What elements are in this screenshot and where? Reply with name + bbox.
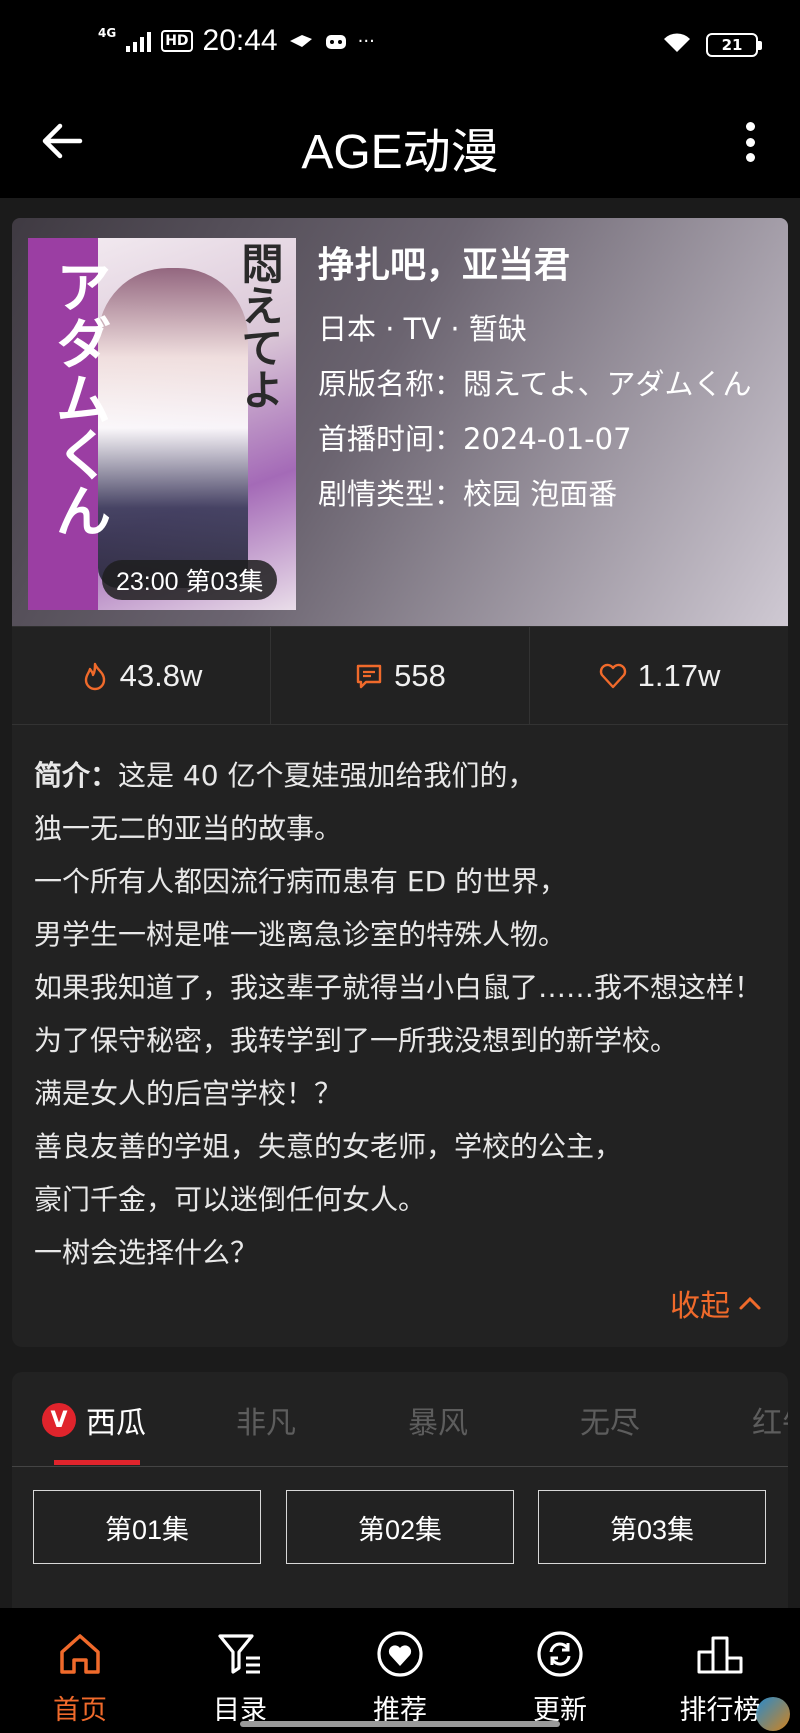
app-notification-icon — [324, 25, 348, 58]
cover-image[interactable]: アダムくん 悶えてよ 23:00 第03集 — [28, 238, 296, 610]
podium-icon — [697, 1636, 743, 1674]
gesture-home-bar[interactable] — [240, 1721, 560, 1727]
anime-meta: 挣扎吧，亚当君 日本 · TV · 暂缺 原版名称：悶えてよ、アダムくん 首播时… — [318, 236, 778, 530]
episode-button-01[interactable]: 第01集 — [33, 1490, 261, 1564]
more-options-button[interactable] — [730, 114, 770, 170]
tabs-divider — [12, 1466, 788, 1467]
heart-icon — [599, 663, 626, 689]
cover-title-vertical: アダムくん — [46, 258, 111, 538]
chevron-up-icon — [739, 1296, 761, 1310]
filter-list-icon — [218, 1634, 260, 1674]
nav-catalog[interactable]: 目录 — [160, 1608, 320, 1733]
comments-stat[interactable]: 558 — [271, 627, 530, 725]
battery-icon: 21 — [706, 32, 762, 57]
synopsis-panel: 简介：这是 40 亿个夏娃强加给我们的， 独一无二的亚当的故事。 一个所有人都因… — [12, 724, 788, 1347]
cover-character — [98, 268, 248, 588]
views-count: 43.8w — [119, 658, 203, 693]
nav-home[interactable]: 首页 — [0, 1608, 160, 1733]
nav-updates[interactable]: 更新 — [480, 1608, 640, 1733]
network-type: 4G — [98, 26, 117, 40]
anime-air-date: 首播时间：2024-01-07 — [318, 422, 632, 456]
synopsis-text: 简介：这是 40 亿个夏娃强加给我们的， 独一无二的亚当的故事。 一个所有人都因… — [34, 749, 774, 1279]
watermark — [756, 1697, 790, 1731]
collapse-button[interactable]: 收起 — [670, 1281, 762, 1325]
source-tab-wujin[interactable]: 无尽 — [580, 1398, 640, 1442]
heart-circle-icon — [377, 1631, 423, 1677]
nav-recommend[interactable]: 推荐 — [320, 1608, 480, 1733]
episode-panel: V 西瓜 非凡 暴风 无尽 红牛 第01集 第02集 第03集 — [12, 1372, 788, 1608]
hd-icon: HD — [161, 30, 193, 52]
views-stat: 43.8w — [12, 627, 271, 725]
refresh-icon — [537, 1631, 583, 1677]
collapse-label: 收起 — [670, 1289, 730, 1324]
likes-count: 1.17w — [637, 658, 721, 693]
episode-pill: 23:00 第03集 — [102, 560, 278, 600]
source-tab-xigua[interactable]: V 西瓜 — [42, 1398, 146, 1442]
anime-region-type: 日本 · TV · 暂缺 — [318, 312, 527, 346]
status-left: 4G HD 20:44 ··· — [98, 24, 375, 58]
source-tab-label: 西瓜 — [86, 1406, 146, 1441]
app-bar: AGE动漫 — [0, 88, 800, 198]
cover-title-vertical-2: 悶えてよ — [235, 242, 284, 410]
watermark-logo-icon — [756, 1697, 790, 1731]
source-tabs: V 西瓜 非凡 暴风 无尽 红牛 — [12, 1372, 788, 1466]
anime-info-card: アダムくん 悶えてよ 23:00 第03集 挣扎吧，亚当君 日本 · TV · … — [12, 218, 788, 626]
fire-icon — [84, 662, 105, 691]
stats-row: 43.8w 558 1.17w — [12, 626, 788, 725]
synopsis-label: 简介： — [34, 759, 119, 792]
comment-icon — [356, 664, 382, 689]
source-tab-feifan[interactable]: 非凡 — [236, 1398, 296, 1442]
active-tab-indicator — [54, 1460, 140, 1465]
episode-button-03[interactable]: 第03集 — [538, 1490, 766, 1564]
comments-count: 558 — [394, 658, 446, 693]
v-badge-icon: V — [42, 1403, 76, 1437]
notification-icon — [288, 25, 314, 58]
status-right: 21 — [662, 28, 762, 61]
clock: 20:44 — [202, 24, 278, 57]
signal-icon — [126, 30, 152, 52]
source-tab-baofeng[interactable]: 暴风 — [408, 1398, 468, 1442]
synopsis-body: 这是 40 亿个夏娃强加给我们的， 独一无二的亚当的故事。 一个所有人都因流行病… — [34, 759, 763, 1269]
wifi-icon — [662, 28, 692, 61]
source-tab-hongniu[interactable]: 红牛 — [752, 1398, 788, 1442]
more-vertical-icon — [745, 122, 755, 131]
more-notifications: ··· — [357, 30, 375, 52]
status-bar: 4G HD 20:44 ··· 21 — [0, 0, 800, 88]
likes-stat[interactable]: 1.17w — [530, 627, 788, 725]
episode-button-02[interactable]: 第02集 — [286, 1490, 514, 1564]
bottom-nav: 首页 目录 推荐 更新 排行榜 — [0, 1608, 800, 1733]
nav-ranking-label: 排行榜 — [679, 1695, 761, 1726]
anime-title: 挣扎吧，亚当君 — [318, 245, 571, 286]
app-title: AGE动漫 — [301, 126, 499, 179]
home-icon — [60, 1634, 100, 1674]
anime-genre: 剧情类型：校园 泡面番 — [318, 477, 618, 511]
nav-home-label: 首页 — [53, 1695, 107, 1726]
anime-original-name: 原版名称：悶えてよ、アダムくん — [318, 367, 752, 401]
